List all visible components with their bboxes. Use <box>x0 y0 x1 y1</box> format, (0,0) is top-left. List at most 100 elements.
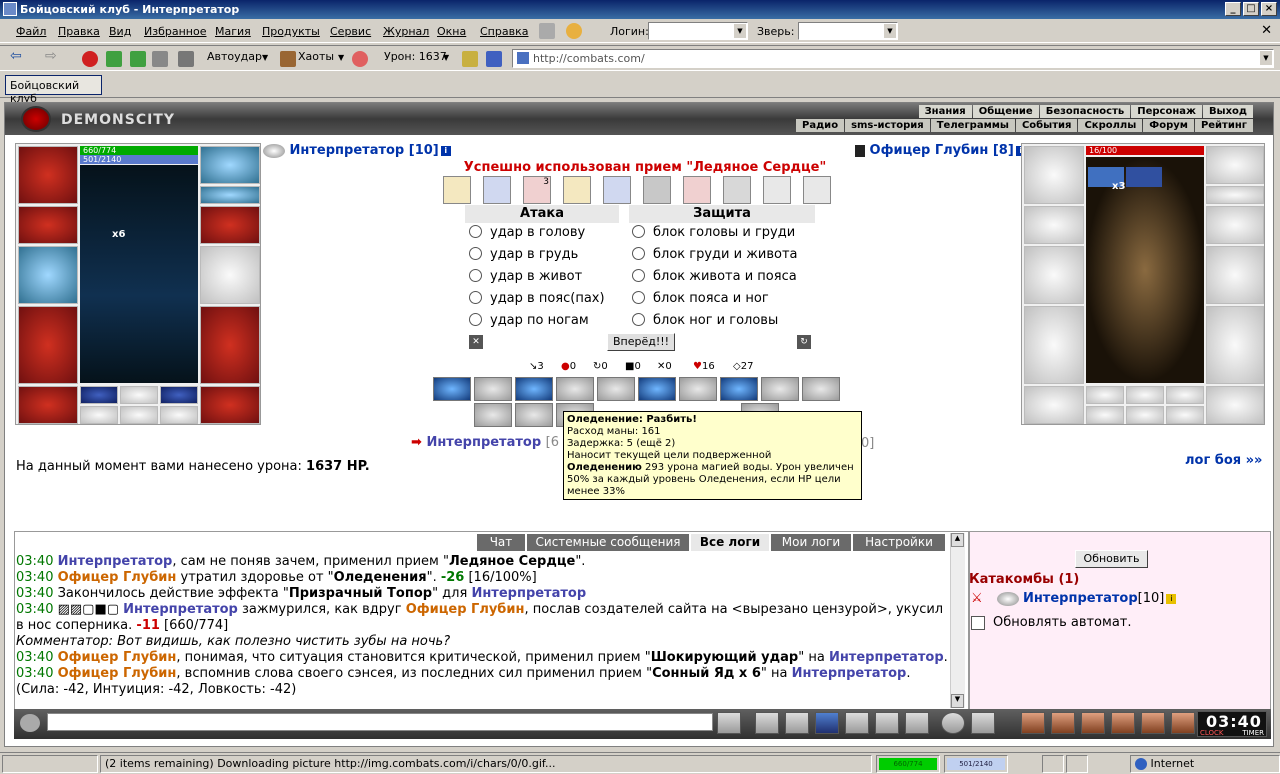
filter-icon[interactable] <box>785 712 809 734</box>
block-head-chest-option[interactable]: блок головы и груди <box>632 223 795 243</box>
attack-head-option[interactable]: удар в голову <box>469 223 585 243</box>
auto-refresh-option[interactable]: Обновлять автомат. <box>971 615 1132 630</box>
spell-slot[interactable] <box>443 176 471 204</box>
chevron-down-icon[interactable]: ▼ <box>1260 51 1272 65</box>
checkbox[interactable] <box>971 615 985 630</box>
menu-service[interactable]: Сервис <box>330 25 371 38</box>
player-name[interactable]: Интерпретатор [10] i <box>263 143 451 158</box>
player-avatar[interactable]: x6 <box>80 165 198 383</box>
menu-help[interactable]: Справка <box>480 25 528 38</box>
block-waist-legs-option[interactable]: блок пояса и ног <box>632 289 769 309</box>
refresh-button[interactable]: Обновить <box>1075 550 1148 568</box>
maximize-button[interactable]: □ <box>1243 2 1259 16</box>
bracer-slot[interactable] <box>1024 206 1084 244</box>
sound-icon[interactable] <box>462 51 478 67</box>
belt-slot[interactable] <box>1024 386 1084 424</box>
refresh-icon[interactable]: ↻ <box>797 335 811 349</box>
exit-icon[interactable] <box>1171 712 1195 734</box>
tab-my-logs[interactable]: Мои логи <box>771 534 851 551</box>
haoty-button[interactable]: Хаоты <box>298 50 334 63</box>
technique-icon[interactable] <box>515 377 553 401</box>
damage-counter[interactable]: Урон: 1637 <box>384 50 447 63</box>
heart-spell-slot[interactable] <box>683 176 711 204</box>
chevron-down-icon[interactable]: ▼ <box>884 24 896 38</box>
spell-slot[interactable] <box>563 176 591 204</box>
autoudar-button[interactable]: Автоудар <box>207 50 262 63</box>
send-icon[interactable] <box>717 712 741 734</box>
weapon-slot[interactable] <box>1024 246 1084 304</box>
menu-magic[interactable]: Магия <box>215 25 251 38</box>
close-menu-icon[interactable]: ✕ <box>1261 23 1272 38</box>
radio-button[interactable] <box>632 313 645 326</box>
block-belly-waist-option[interactable]: блок живота и пояса <box>632 267 797 287</box>
menu-windows[interactable]: Окна <box>437 25 466 38</box>
technique-icon[interactable] <box>761 377 799 401</box>
tools-icon[interactable] <box>178 51 194 67</box>
shield-slot[interactable] <box>1206 246 1264 304</box>
radio-button[interactable] <box>632 247 645 260</box>
radio-button[interactable] <box>632 291 645 304</box>
rune-slot[interactable] <box>1126 406 1164 424</box>
nav-rating[interactable]: Рейтинг <box>1194 119 1253 132</box>
clan-icon[interactable] <box>1081 712 1105 734</box>
nav-exit[interactable]: Выход <box>1202 105 1253 118</box>
technique-icon[interactable] <box>720 377 758 401</box>
nav-forum[interactable]: Форум <box>1143 119 1194 132</box>
belt-slot[interactable] <box>18 386 78 424</box>
earring-slot[interactable] <box>200 146 260 184</box>
rings-slot[interactable] <box>1206 186 1264 204</box>
chat-input[interactable] <box>47 713 713 731</box>
tab-system[interactable]: Системные сообщения <box>527 534 689 551</box>
nav-communication[interactable]: Общение <box>972 105 1039 118</box>
smiley-icon[interactable] <box>941 712 965 734</box>
house-icon[interactable] <box>152 51 168 67</box>
enemy-name[interactable]: Офицер Глубин [8]i <box>855 143 1026 158</box>
login-combo[interactable]: ▼ <box>648 22 748 40</box>
menu-favorites[interactable]: Избранное <box>144 25 206 38</box>
gloves-slot[interactable] <box>200 206 260 244</box>
boots-slot[interactable] <box>1206 386 1264 424</box>
heart-spell-slot[interactable]: 3 <box>523 176 551 204</box>
shield-slot[interactable] <box>200 246 260 304</box>
weapon-slot[interactable] <box>18 246 78 304</box>
rune-slot[interactable] <box>120 386 158 404</box>
rune-slot[interactable] <box>1126 386 1164 404</box>
favorite-tab[interactable]: Бойцовский клуб <box>5 75 102 105</box>
attack-icon[interactable]: ⚔ <box>971 591 983 606</box>
technique-icon[interactable] <box>474 403 512 427</box>
stop-icon[interactable] <box>82 51 98 67</box>
nav-radio[interactable]: Радио <box>796 119 845 132</box>
filter-icon[interactable] <box>486 51 502 67</box>
mail-icon[interactable] <box>1141 712 1165 734</box>
go-button[interactable]: Вперёд!!! <box>607 333 675 351</box>
nav-character[interactable]: Персонаж <box>1131 105 1202 118</box>
rings-slot[interactable] <box>200 186 260 204</box>
game-clock[interactable]: 03:40 CLOCK TIMER <box>1197 711 1267 737</box>
reload-icon[interactable] <box>130 51 146 67</box>
info-icon[interactable]: i <box>1166 593 1177 604</box>
chevron-down-icon[interactable]: ▼ <box>734 24 746 38</box>
rune-slot[interactable] <box>1086 406 1124 424</box>
scroll-icon[interactable] <box>1051 712 1075 734</box>
home-tool-icon[interactable] <box>539 23 555 39</box>
person-icon[interactable] <box>845 712 869 734</box>
nav-knowledge[interactable]: Знания <box>918 105 972 118</box>
online-user[interactable]: ⚔ Интерпретатор[10] i <box>971 591 1177 606</box>
friends-icon[interactable] <box>1111 712 1135 734</box>
chevron-down-icon[interactable]: ▼ <box>262 53 268 62</box>
forward-icon[interactable]: ⇨ <box>45 48 57 64</box>
tab-chat[interactable]: Чат <box>477 534 525 551</box>
attack-waist-option[interactable]: удар в пояс(пах) <box>469 289 605 309</box>
shield-spell-slot[interactable] <box>483 176 511 204</box>
helmet-icon[interactable] <box>971 712 995 734</box>
radio-button[interactable] <box>469 225 482 238</box>
technique-icon[interactable] <box>515 403 553 427</box>
bag-icon[interactable] <box>1021 712 1045 734</box>
boots-slot[interactable] <box>200 386 260 424</box>
technique-icon[interactable] <box>556 377 594 401</box>
nav-security[interactable]: Безопасность <box>1039 105 1131 118</box>
bracer-slot[interactable] <box>18 206 78 244</box>
empty-scroll-slot[interactable] <box>803 176 831 204</box>
close-button[interactable]: × <box>1261 2 1277 16</box>
enemy-avatar[interactable]: x3 <box>1086 157 1204 383</box>
